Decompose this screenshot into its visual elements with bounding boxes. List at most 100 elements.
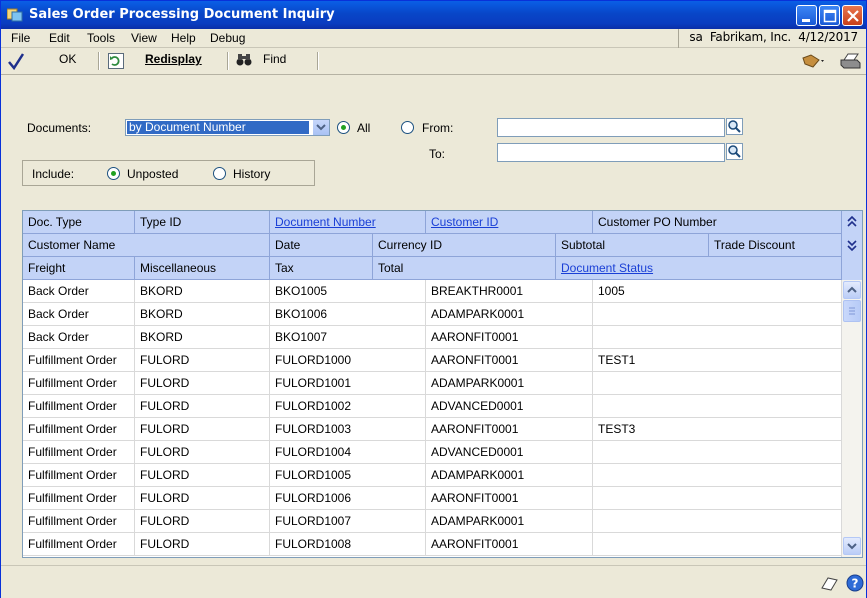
cell-document-number[interactable]: FULORD1007 <box>270 510 426 532</box>
cell-doc-type[interactable]: Fulfillment Order <box>23 464 135 486</box>
col-miscellaneous[interactable]: Miscellaneous <box>135 257 270 279</box>
goto-icon[interactable] <box>801 52 825 70</box>
ok-button[interactable]: OK <box>59 52 76 66</box>
table-row[interactable]: Fulfillment Order FULORD FULORD1001 ADAMPAR… <box>23 372 841 395</box>
table-row[interactable]: Fulfillment Order FULORD FULORD1006 AARONFI… <box>23 487 841 510</box>
cell-doc-type[interactable]: Fulfillment Order <box>23 487 135 509</box>
cell-document-number[interactable]: FULORD1006 <box>270 487 426 509</box>
cell-type-id[interactable]: BKORD <box>135 326 270 348</box>
cell-type-id[interactable]: FULORD <box>135 464 270 486</box>
col-doc-type[interactable]: Doc. Type <box>23 211 135 233</box>
vertical-scrollbar[interactable] <box>841 280 862 557</box>
cell-type-id[interactable]: FULORD <box>135 510 270 532</box>
cell-customer-po-number[interactable] <box>593 510 841 532</box>
lookup-icon[interactable] <box>726 143 743 160</box>
cell-type-id[interactable]: FULORD <box>135 533 270 555</box>
table-row[interactable]: Fulfillment Order FULORD FULORD1004 ADVANCE… <box>23 441 841 464</box>
cell-customer-id[interactable]: ADVANCED0001 <box>426 441 593 463</box>
cell-customer-po-number[interactable] <box>593 395 841 417</box>
cell-customer-id[interactable]: ADAMPARK0001 <box>426 464 593 486</box>
table-row[interactable]: Back Order BKORD BKO1007 AARONFIT0001 <box>23 326 841 349</box>
scroll-up-button[interactable] <box>843 281 861 299</box>
cell-customer-po-number[interactable] <box>593 464 841 486</box>
cell-customer-po-number[interactable]: TEST3 <box>593 418 841 440</box>
menu-tools[interactable]: Tools <box>87 31 115 45</box>
cell-document-number[interactable]: FULORD1002 <box>270 395 426 417</box>
cell-customer-id[interactable]: ADAMPARK0001 <box>426 510 593 532</box>
menu-edit[interactable]: Edit <box>49 31 70 45</box>
cell-doc-type[interactable]: Fulfillment Order <box>23 510 135 532</box>
table-row[interactable]: Back Order BKORD BKO1005 BREAKTHR0001 1005 <box>23 280 841 303</box>
cell-doc-type[interactable]: Fulfillment Order <box>23 395 135 417</box>
find-button[interactable]: Find <box>263 52 286 66</box>
note-icon[interactable] <box>819 574 839 592</box>
cell-customer-id[interactable]: AARONFIT0001 <box>426 533 593 555</box>
cell-document-number[interactable]: FULORD1003 <box>270 418 426 440</box>
cell-customer-id[interactable]: BREAKTHR0001 <box>426 280 593 302</box>
col-customer-id[interactable]: Customer ID <box>426 211 593 233</box>
cell-customer-po-number[interactable]: TEST1 <box>593 349 841 371</box>
cell-customer-po-number[interactable] <box>593 326 841 348</box>
table-row[interactable]: Back Order BKORD BKO1006 ADAMPARK0001 <box>23 303 841 326</box>
cell-type-id[interactable]: FULORD <box>135 372 270 394</box>
cell-customer-id[interactable]: AARONFIT0001 <box>426 418 593 440</box>
cell-customer-po-number[interactable] <box>593 533 841 555</box>
col-freight[interactable]: Freight <box>23 257 135 279</box>
cell-document-number[interactable]: FULORD1005 <box>270 464 426 486</box>
cell-customer-id[interactable]: AARONFIT0001 <box>426 349 593 371</box>
cell-customer-id[interactable]: ADAMPARK0001 <box>426 303 593 325</box>
cell-doc-type[interactable]: Fulfillment Order <box>23 418 135 440</box>
col-customer-po-number[interactable]: Customer PO Number <box>593 211 841 233</box>
scroll-thumb[interactable] <box>843 300 861 322</box>
cell-customer-po-number[interactable] <box>593 487 841 509</box>
cell-document-number[interactable]: BKO1005 <box>270 280 426 302</box>
help-icon[interactable]: ? <box>846 574 864 592</box>
collapse-button[interactable] <box>841 211 862 234</box>
lookup-icon[interactable] <box>726 118 743 135</box>
cell-type-id[interactable]: FULORD <box>135 418 270 440</box>
cell-customer-po-number[interactable] <box>593 303 841 325</box>
cell-doc-type[interactable]: Fulfillment Order <box>23 349 135 371</box>
col-tax[interactable]: Tax <box>270 257 373 279</box>
cell-customer-po-number[interactable]: 1005 <box>593 280 841 302</box>
col-customer-name[interactable]: Customer Name <box>23 234 270 256</box>
chevron-down-icon[interactable] <box>312 120 329 135</box>
cell-document-number[interactable]: FULORD1004 <box>270 441 426 463</box>
from-field[interactable] <box>497 118 725 137</box>
all-radio[interactable] <box>337 121 350 134</box>
cell-type-id[interactable]: FULORD <box>135 441 270 463</box>
maximize-button[interactable] <box>819 5 840 26</box>
col-currency-id[interactable]: Currency ID <box>373 234 556 256</box>
table-row[interactable]: Fulfillment Order FULORD FULORD1002 ADVANCE… <box>23 395 841 418</box>
cell-document-number[interactable]: FULORD1001 <box>270 372 426 394</box>
col-document-number[interactable]: Document Number <box>270 211 426 233</box>
from-radio[interactable] <box>401 121 414 134</box>
cell-doc-type[interactable]: Fulfillment Order <box>23 372 135 394</box>
col-total[interactable]: Total <box>373 257 556 279</box>
cell-customer-po-number[interactable] <box>593 372 841 394</box>
col-trade-discount[interactable]: Trade Discount <box>709 234 841 256</box>
scroll-down-button[interactable] <box>843 537 861 555</box>
cell-document-number[interactable]: FULORD1000 <box>270 349 426 371</box>
unposted-radio[interactable] <box>107 167 120 180</box>
redisplay-button[interactable]: Redisplay <box>145 52 202 66</box>
cell-type-id[interactable]: BKORD <box>135 280 270 302</box>
cell-customer-id[interactable]: AARONFIT0001 <box>426 487 593 509</box>
cell-type-id[interactable]: BKORD <box>135 303 270 325</box>
cell-document-number[interactable]: BKO1007 <box>270 326 426 348</box>
cell-doc-type[interactable]: Fulfillment Order <box>23 441 135 463</box>
title-bar[interactable]: Sales Order Processing Document Inquiry <box>1 1 866 29</box>
documents-dropdown[interactable]: by Document Number <box>125 119 330 136</box>
cell-type-id[interactable]: FULORD <box>135 487 270 509</box>
cell-customer-id[interactable]: AARONFIT0001 <box>426 326 593 348</box>
col-type-id[interactable]: Type ID <box>135 211 270 233</box>
menu-view[interactable]: View <box>131 31 157 45</box>
col-document-status[interactable]: Document Status <box>556 257 841 279</box>
cell-doc-type[interactable]: Back Order <box>23 326 135 348</box>
col-date[interactable]: Date <box>270 234 373 256</box>
cell-document-number[interactable]: BKO1006 <box>270 303 426 325</box>
table-row[interactable]: Fulfillment Order FULORD FULORD1008 AARONFI… <box>23 533 841 556</box>
cell-doc-type[interactable]: Fulfillment Order <box>23 533 135 555</box>
history-radio[interactable] <box>213 167 226 180</box>
menu-help[interactable]: Help <box>171 31 196 45</box>
